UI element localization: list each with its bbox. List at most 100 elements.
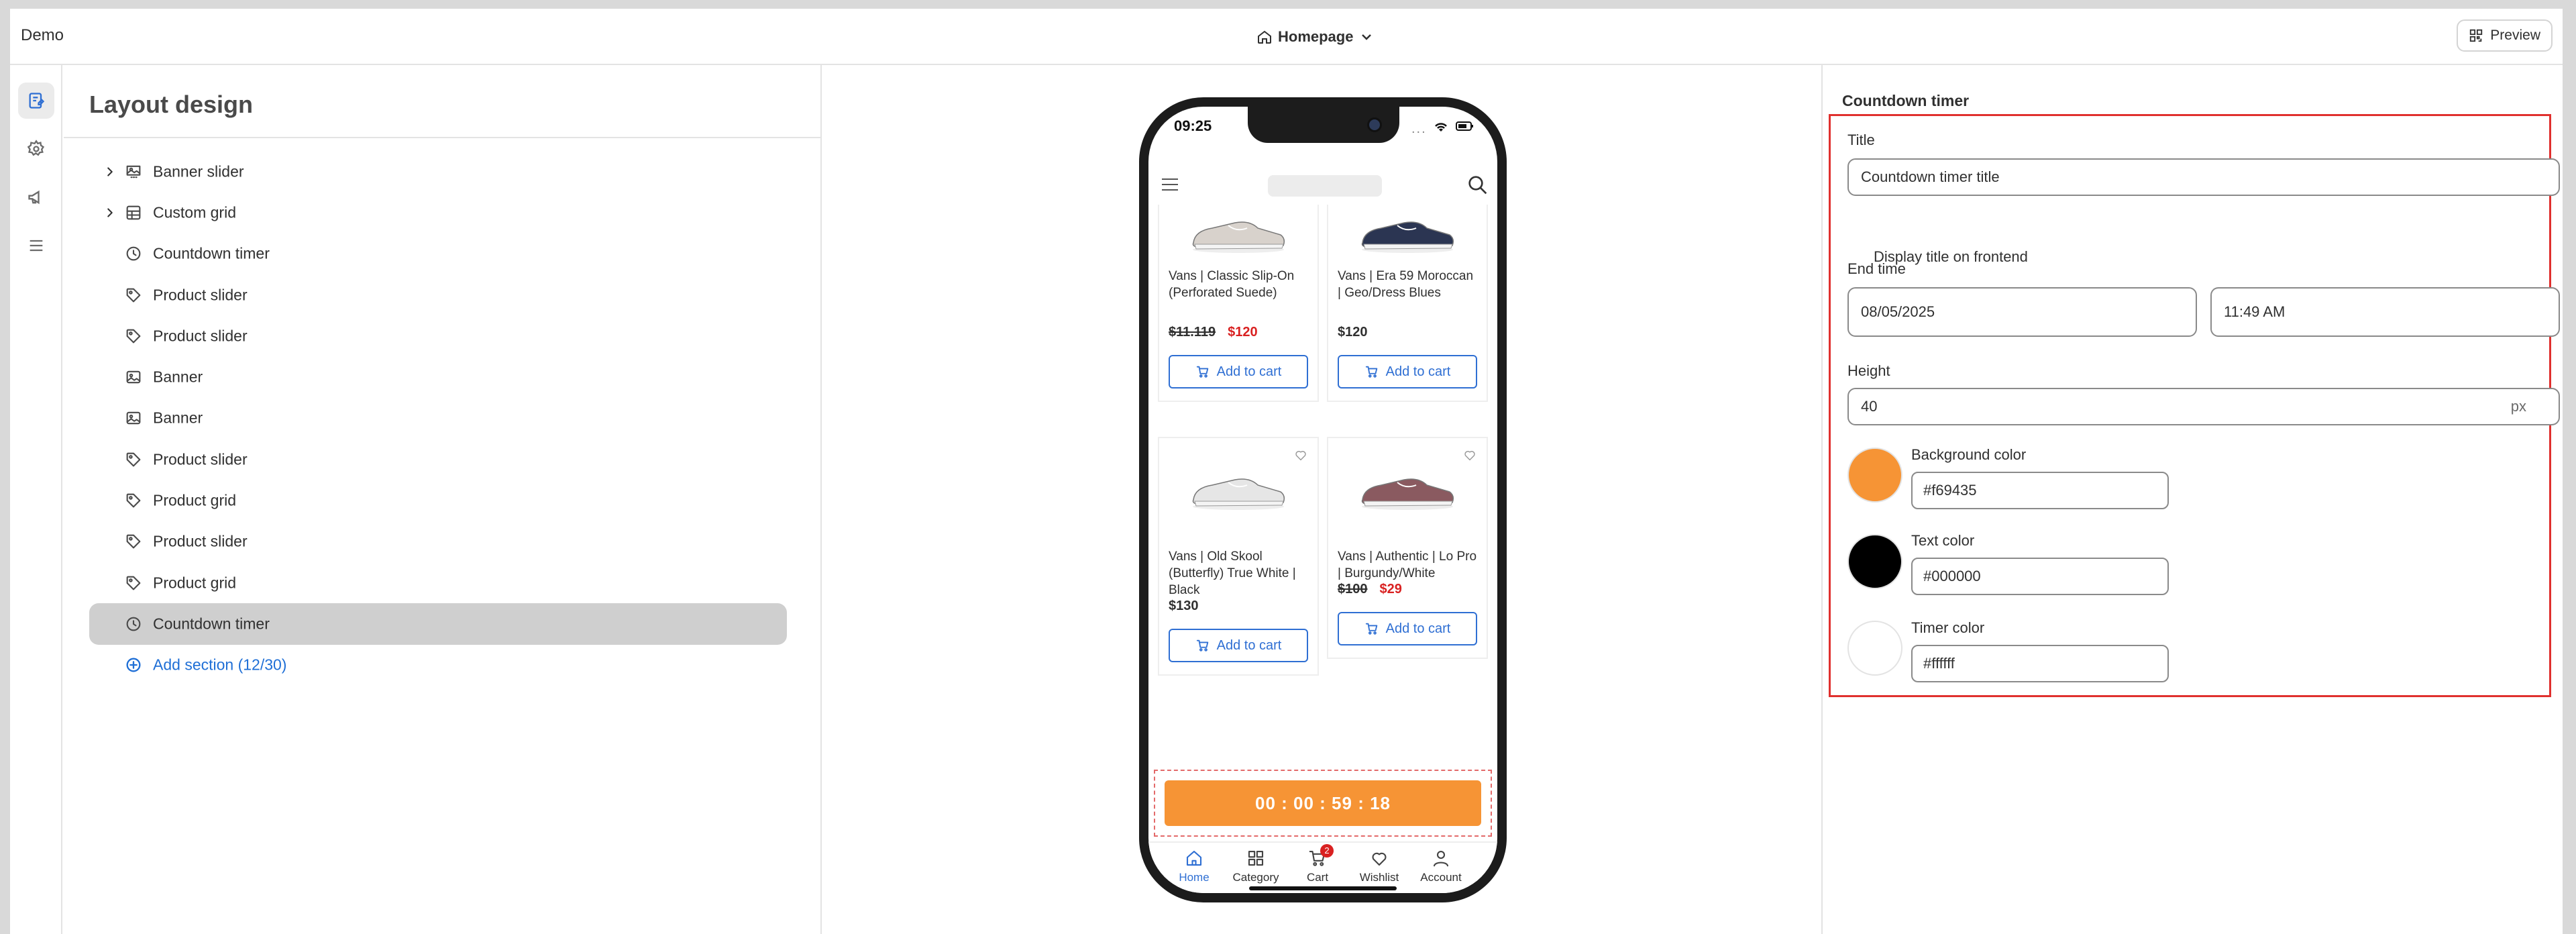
section-item[interactable]: Custom grid [89,192,787,233]
product-image[interactable] [1328,205,1487,258]
preview-button[interactable]: Preview [2457,19,2553,52]
settings-panel-title: Countdown timer [1842,92,1970,109]
background-color-input[interactable]: #f69435 [1911,472,2169,509]
shoe-image [1192,221,1285,253]
nav-item-account[interactable]: Account [1410,848,1472,884]
product-card[interactable]: Vans | Classic Slip-On (Perforated Suede… [1158,205,1319,402]
product-name[interactable]: Vans | Classic Slip-On (Perforated Suede… [1159,268,1318,318]
qr-icon [2470,29,2483,42]
text-color-input[interactable]: #000000 [1911,558,2169,595]
section-item[interactable]: Product slider [89,274,787,315]
add-to-cart-label: Add to cart [1216,364,1282,379]
search-icon[interactable] [1466,174,1488,195]
phone-screen: 09:25 ... Vans | Classic Slip-On (Perfor… [1148,107,1497,893]
store-logo-placeholder [1268,175,1382,197]
end-date-input[interactable]: 08/05/2025 [1847,287,2197,337]
image-icon [126,412,141,425]
heart-icon[interactable] [1293,448,1308,462]
section-item-label: Countdown timer [153,244,270,262]
nav-item-cart[interactable]: 2 Cart [1287,844,1348,884]
old-price: $100 [1338,582,1368,596]
tag-icon [126,576,141,590]
section-item[interactable]: Banner [89,398,787,439]
nav-item-category[interactable]: Category [1225,848,1287,884]
status-dots-icon: ... [1411,121,1427,136]
chevron-down-icon [1362,34,1372,40]
nav-item-wishlist[interactable]: Wishlist [1348,848,1410,884]
nav-item-label: Category [1232,871,1279,884]
section-item-label: Product slider [153,286,248,304]
section-item[interactable]: Product slider [89,521,787,562]
add-to-cart-label: Add to cart [1385,364,1451,379]
end-time-value: 11:49 AM [2224,303,2286,320]
section-item[interactable]: Banner slider [89,151,787,192]
section-item[interactable]: Countdown timer [89,603,787,645]
status-time: 09:25 [1174,117,1212,134]
section-item[interactable]: Product slider [89,439,787,480]
product-card[interactable]: Vans | Old Skool (Butterfly) True White … [1158,437,1319,676]
section-item[interactable]: Product grid [89,562,787,603]
home-icon [1258,30,1271,44]
chevron-right-icon[interactable] [103,205,117,220]
phone-notch [1248,107,1399,143]
add-to-cart-button[interactable]: Add to cart [1169,355,1308,388]
settings-panel: Countdown timer Title Countdown timer ti… [1824,65,2563,934]
heart-icon[interactable] [1462,448,1477,462]
end-time-input[interactable]: 11:49 AM [2210,287,2560,337]
section-item[interactable]: Banner [89,356,787,397]
text-color-label: Text color [1911,532,1975,549]
add-section-label: Add section (12/30) [153,656,287,674]
timer-color-swatch[interactable] [1847,621,1902,676]
add-to-cart-button[interactable]: Add to cart [1338,355,1477,388]
section-item-label: Product slider [153,327,248,345]
gear-icon [27,140,45,156]
rail-marketing-button[interactable] [18,179,54,215]
section-list: Banner slider Custom grid Countdown timer P… [89,151,787,686]
hamburger-icon[interactable] [1161,176,1179,193]
image-icon [126,370,141,384]
section-item-label: Banner [153,409,203,427]
section-item[interactable]: Product slider [89,315,787,356]
tag-icon [126,329,141,344]
product-card[interactable]: Vans | Authentic | Lo Pro | Burgundy/Whi… [1327,437,1488,659]
product-name[interactable]: Vans | Authentic | Lo Pro | Burgundy/Whi… [1328,548,1487,582]
product-card[interactable]: Vans | Era 59 Moroccan | Geo/Dress Blues… [1327,205,1488,402]
rail-menu-button[interactable] [18,227,54,264]
timer-color-input[interactable]: #ffffff [1911,645,2169,682]
section-item[interactable]: Product grid [89,480,787,521]
grid-icon [126,205,141,220]
rail-layout-button[interactable] [18,83,54,119]
title-input[interactable]: Countdown timer title [1847,158,2560,196]
add-to-cart-button[interactable]: Add to cart [1338,612,1477,645]
product-name[interactable]: Vans | Old Skool (Butterfly) True White … [1159,548,1318,599]
preview-label: Preview [2490,28,2540,43]
camera-icon [1367,117,1382,132]
section-item[interactable]: Countdown timer [89,234,787,274]
nav-item-home[interactable]: Home [1163,848,1225,884]
megaphone-icon [28,190,40,205]
background-color-swatch[interactable] [1847,448,1902,503]
text-color-swatch[interactable] [1847,534,1902,589]
height-input[interactable]: 40 px [1847,388,2560,425]
height-value: 40 [1861,398,1878,415]
end-date-value: 08/05/2025 [1861,303,1935,320]
chevron-right-icon[interactable] [103,164,117,179]
product-image[interactable] [1159,205,1318,258]
list-icon [30,240,43,252]
rail-settings-button[interactable] [18,131,54,167]
category-icon [1248,850,1264,866]
battery-icon [1456,121,1473,131]
cart-icon [1365,366,1377,378]
end-time-label: End time [1847,260,1906,277]
product-image[interactable] [1159,438,1318,539]
product-name[interactable]: Vans | Era 59 Moroccan | Geo/Dress Blues [1328,268,1487,318]
product-grid-preview: Vans | Classic Slip-On (Perforated Suede… [1148,205,1497,768]
product-image[interactable] [1328,438,1487,539]
add-to-cart-label: Add to cart [1385,621,1451,636]
add-to-cart-button[interactable]: Add to cart [1169,629,1308,662]
countdown-section-preview[interactable]: 00 : 00 : 59 : 18 [1154,770,1492,837]
wifi-icon [1435,123,1447,132]
tag-icon [126,288,141,302]
page-selector[interactable]: Homepage [1256,22,1375,52]
add-section-button[interactable]: Add section (12/30) [89,645,787,686]
